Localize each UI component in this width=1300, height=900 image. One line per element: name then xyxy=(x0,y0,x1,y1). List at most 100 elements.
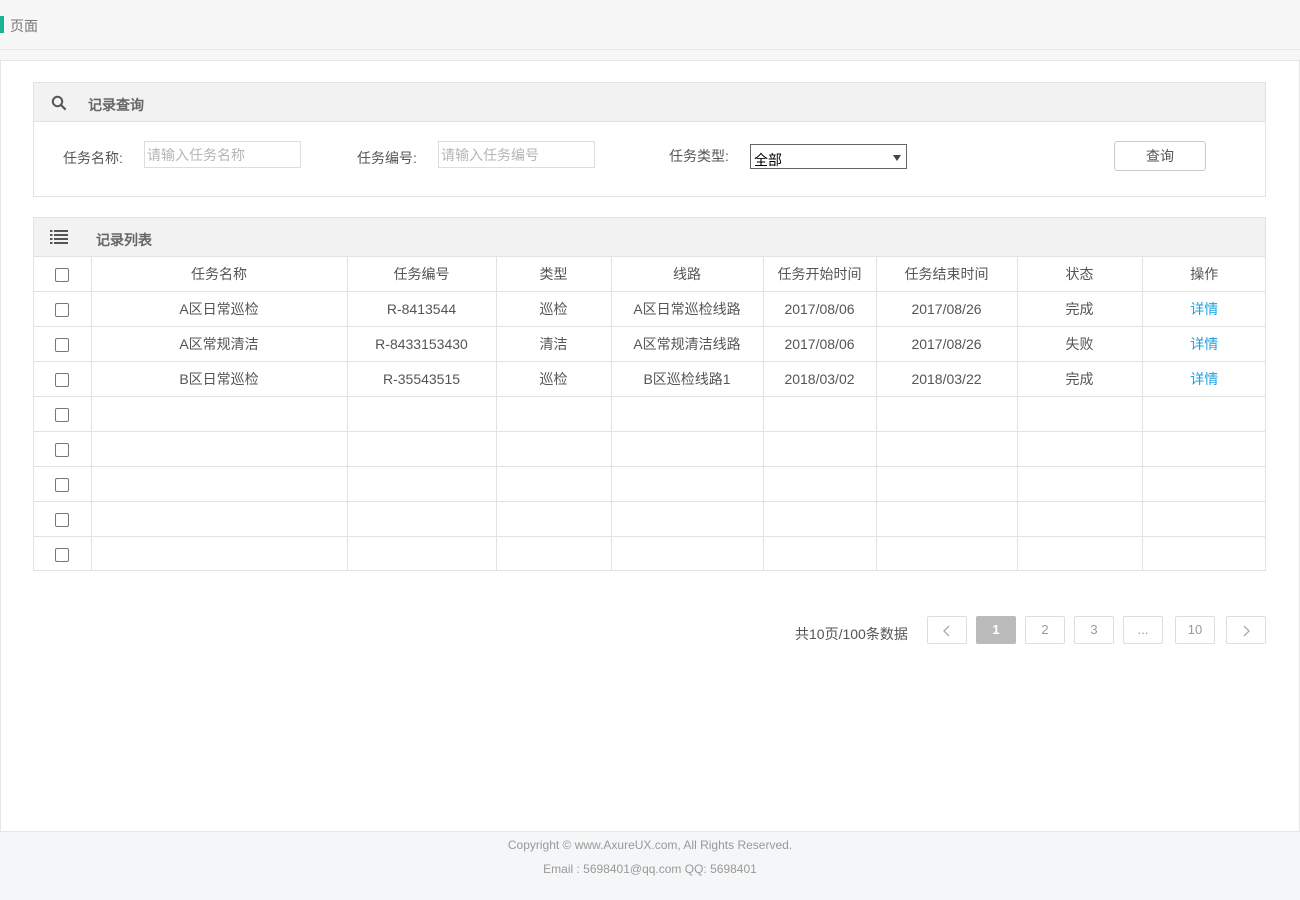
task-name-label: 任务名称: xyxy=(63,150,123,166)
table-cell: R-8413544 xyxy=(346,290,497,327)
table-cell: 2018/03/02 xyxy=(762,360,877,397)
table-cell xyxy=(1141,500,1266,537)
table-cell xyxy=(610,500,764,537)
table-cell xyxy=(875,395,1018,432)
row-checkbox[interactable] xyxy=(55,547,70,562)
table-row: B区日常巡检 R-35543515 巡检 B区巡检线路1 2018/03/02 2018/… xyxy=(34,360,1266,397)
table-cell: A区日常巡检 xyxy=(90,290,348,327)
table-row xyxy=(34,535,1266,571)
table-cell: B区日常巡检 xyxy=(90,360,348,397)
table-cell xyxy=(90,535,348,571)
table-cell xyxy=(495,465,612,502)
table-cell xyxy=(875,535,1018,571)
table-cell xyxy=(1141,430,1266,467)
row-select-cell xyxy=(34,535,92,571)
page-button-10[interactable]: 10 xyxy=(1175,616,1215,644)
table-cell: R-8433153430 xyxy=(346,325,497,362)
row-select-cell xyxy=(34,325,92,362)
table-cell: 2017/08/06 xyxy=(762,290,877,327)
page-button-1[interactable]: 1 xyxy=(976,616,1016,644)
table-cell: 2017/08/26 xyxy=(875,325,1018,362)
select-all-checkbox[interactable] xyxy=(55,267,70,282)
list-panel-header: 记录列表 xyxy=(34,218,1265,257)
detail-link[interactable]: 详情 xyxy=(1141,360,1266,397)
table-cell: A区日常巡检线路 xyxy=(610,290,764,327)
chevron-right-icon xyxy=(1243,625,1250,637)
task-name-input[interactable] xyxy=(144,141,301,168)
column-header[interactable]: 任务结束时间 xyxy=(875,257,1018,292)
task-type-value: 全部 xyxy=(754,152,782,168)
row-checkbox[interactable] xyxy=(55,442,70,457)
column-header[interactable]: 任务名称 xyxy=(90,257,348,292)
column-header[interactable]: 类型 xyxy=(495,257,612,292)
column-header[interactable]: 线路 xyxy=(610,257,764,292)
table-cell xyxy=(346,465,497,502)
footer-contact: Email : 5698401@qq.com QQ: 5698401 xyxy=(543,862,757,876)
detail-link[interactable]: 详情 xyxy=(1141,290,1266,327)
table-cell: A区常规清洁线路 xyxy=(610,325,764,362)
table-cell: 2017/08/26 xyxy=(875,290,1018,327)
row-checkbox[interactable] xyxy=(55,372,70,387)
table-cell xyxy=(1016,500,1143,537)
table-cell xyxy=(610,465,764,502)
column-header[interactable]: 任务编号 xyxy=(346,257,497,292)
top-bar: 页面 xyxy=(0,0,1300,50)
table-cell: 2017/08/06 xyxy=(762,325,877,362)
table-cell xyxy=(1016,535,1143,571)
table-cell xyxy=(762,535,877,571)
row-checkbox[interactable] xyxy=(55,512,70,527)
task-code-input[interactable] xyxy=(438,141,595,168)
table-cell xyxy=(346,430,497,467)
chevron-left-icon xyxy=(943,625,950,637)
table-cell: 完成 xyxy=(1016,290,1143,327)
search-panel-header: 记录查询 xyxy=(34,83,1265,122)
table-row xyxy=(34,430,1266,467)
select-all-cell xyxy=(34,257,92,292)
page-ellipsis: ... xyxy=(1123,616,1163,644)
row-select-cell xyxy=(34,395,92,432)
query-button[interactable]: 查询 xyxy=(1114,141,1206,171)
table-cell xyxy=(762,395,877,432)
table-cell: 巡检 xyxy=(495,360,612,397)
row-checkbox[interactable] xyxy=(55,407,70,422)
table-cell xyxy=(495,535,612,571)
dropdown-arrow-icon xyxy=(893,155,901,161)
page-button-2[interactable]: 2 xyxy=(1025,616,1065,644)
task-type-select[interactable]: 全部 xyxy=(750,144,907,169)
table-cell xyxy=(1016,430,1143,467)
search-panel-title: 记录查询 xyxy=(88,97,144,113)
search-panel: 记录查询 任务名称: 任务编号: 任务类型: 全部 查询 xyxy=(33,82,1266,197)
task-type-label: 任务类型: xyxy=(669,148,729,164)
row-select-cell xyxy=(34,360,92,397)
list-panel: 记录列表 任务名称 任务编号 类型 线路 任务开始时间 任务结束时间 状态 操作 xyxy=(33,217,1266,571)
table-row: A区常规清洁 R-8433153430 清洁 A区常规清洁线路 2017/08/06 20… xyxy=(34,325,1266,362)
pagination-total: 共10页/100条数据 xyxy=(795,626,908,642)
row-select-cell xyxy=(34,290,92,327)
column-header[interactable]: 状态 xyxy=(1016,257,1143,292)
table-cell xyxy=(90,395,348,432)
row-select-cell xyxy=(34,500,92,537)
table-cell: 清洁 xyxy=(495,325,612,362)
prev-page-button[interactable] xyxy=(927,616,967,644)
table-cell xyxy=(346,535,497,571)
table-cell xyxy=(1016,395,1143,432)
table-row xyxy=(34,395,1266,432)
detail-link[interactable]: 详情 xyxy=(1141,325,1266,362)
page-button-3[interactable]: 3 xyxy=(1074,616,1114,644)
table-cell xyxy=(1141,395,1266,432)
row-checkbox[interactable] xyxy=(55,302,70,317)
row-checkbox[interactable] xyxy=(55,477,70,492)
column-header[interactable]: 操作 xyxy=(1141,257,1266,292)
accent-bar xyxy=(0,16,4,33)
table-cell xyxy=(346,500,497,537)
row-select-cell xyxy=(34,465,92,502)
row-checkbox[interactable] xyxy=(55,337,70,352)
table-cell xyxy=(346,395,497,432)
next-page-button[interactable] xyxy=(1226,616,1266,644)
row-select-cell xyxy=(34,430,92,467)
table-header-row: 任务名称 任务编号 类型 线路 任务开始时间 任务结束时间 状态 操作 xyxy=(34,257,1266,292)
table-cell: 2018/03/22 xyxy=(875,360,1018,397)
column-header[interactable]: 任务开始时间 xyxy=(762,257,877,292)
table-cell xyxy=(1141,535,1266,571)
search-icon xyxy=(51,95,67,111)
